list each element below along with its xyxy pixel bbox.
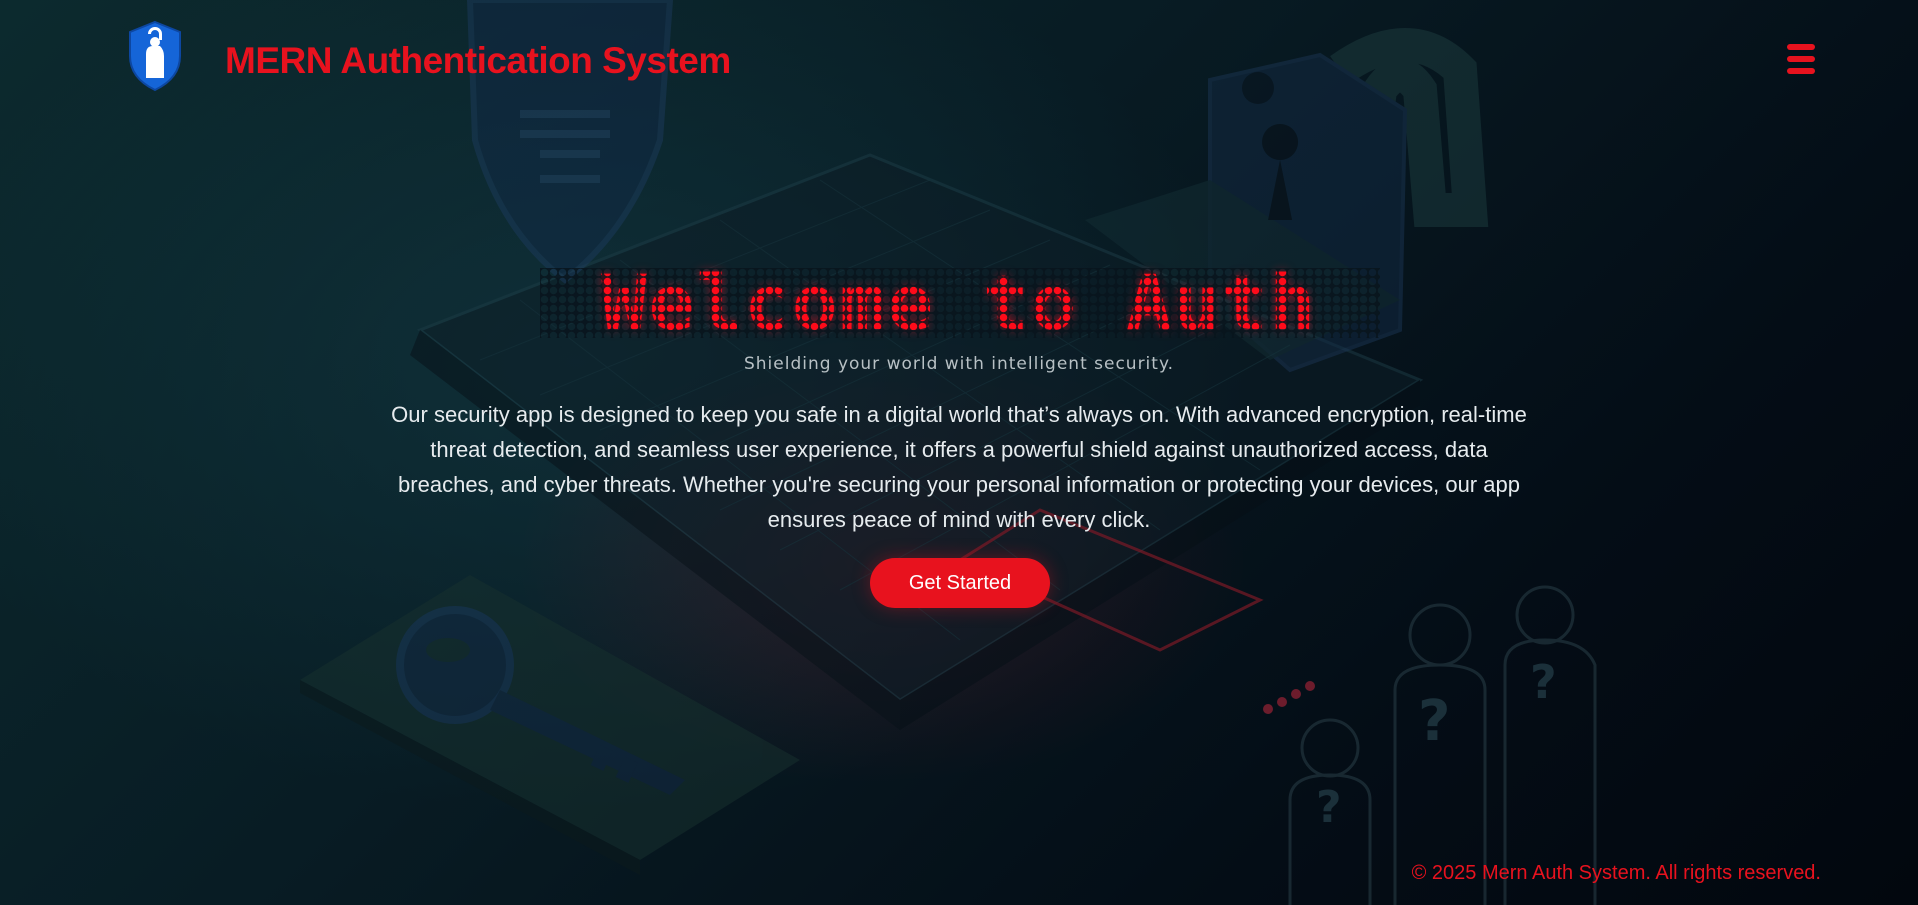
- svg-text:?: ?: [1418, 689, 1450, 754]
- status-lights: [1263, 681, 1315, 714]
- menu-bar-top: [1787, 44, 1815, 50]
- question-marks: ? ? ?: [1316, 655, 1557, 833]
- hero-subtitle: Shielding your world with intelligent se…: [743, 354, 1174, 374]
- brand-title[interactable]: MERN Authentication System: [225, 36, 731, 86]
- hero-title: Welcome to Auth: [600, 258, 1318, 347]
- svg-text:?: ?: [1530, 655, 1557, 709]
- get-started-button[interactable]: Get Started: [870, 558, 1050, 608]
- keycard-shape: [300, 575, 800, 875]
- hamburger-menu-icon[interactable]: [1785, 44, 1817, 78]
- landing-page: ? ? ? MERN Authentication System Welcome…: [0, 0, 1918, 905]
- menu-bar-bottom: [1787, 68, 1815, 74]
- svg-text:?: ?: [1316, 782, 1342, 833]
- footer-copyright: © 2025 Mern Auth System. All rights rese…: [1411, 862, 1821, 884]
- shield-lock-logo-icon[interactable]: [126, 20, 184, 92]
- hero-description: Our security app is designed to keep you…: [391, 402, 1527, 532]
- menu-bar-middle: [1787, 56, 1815, 62]
